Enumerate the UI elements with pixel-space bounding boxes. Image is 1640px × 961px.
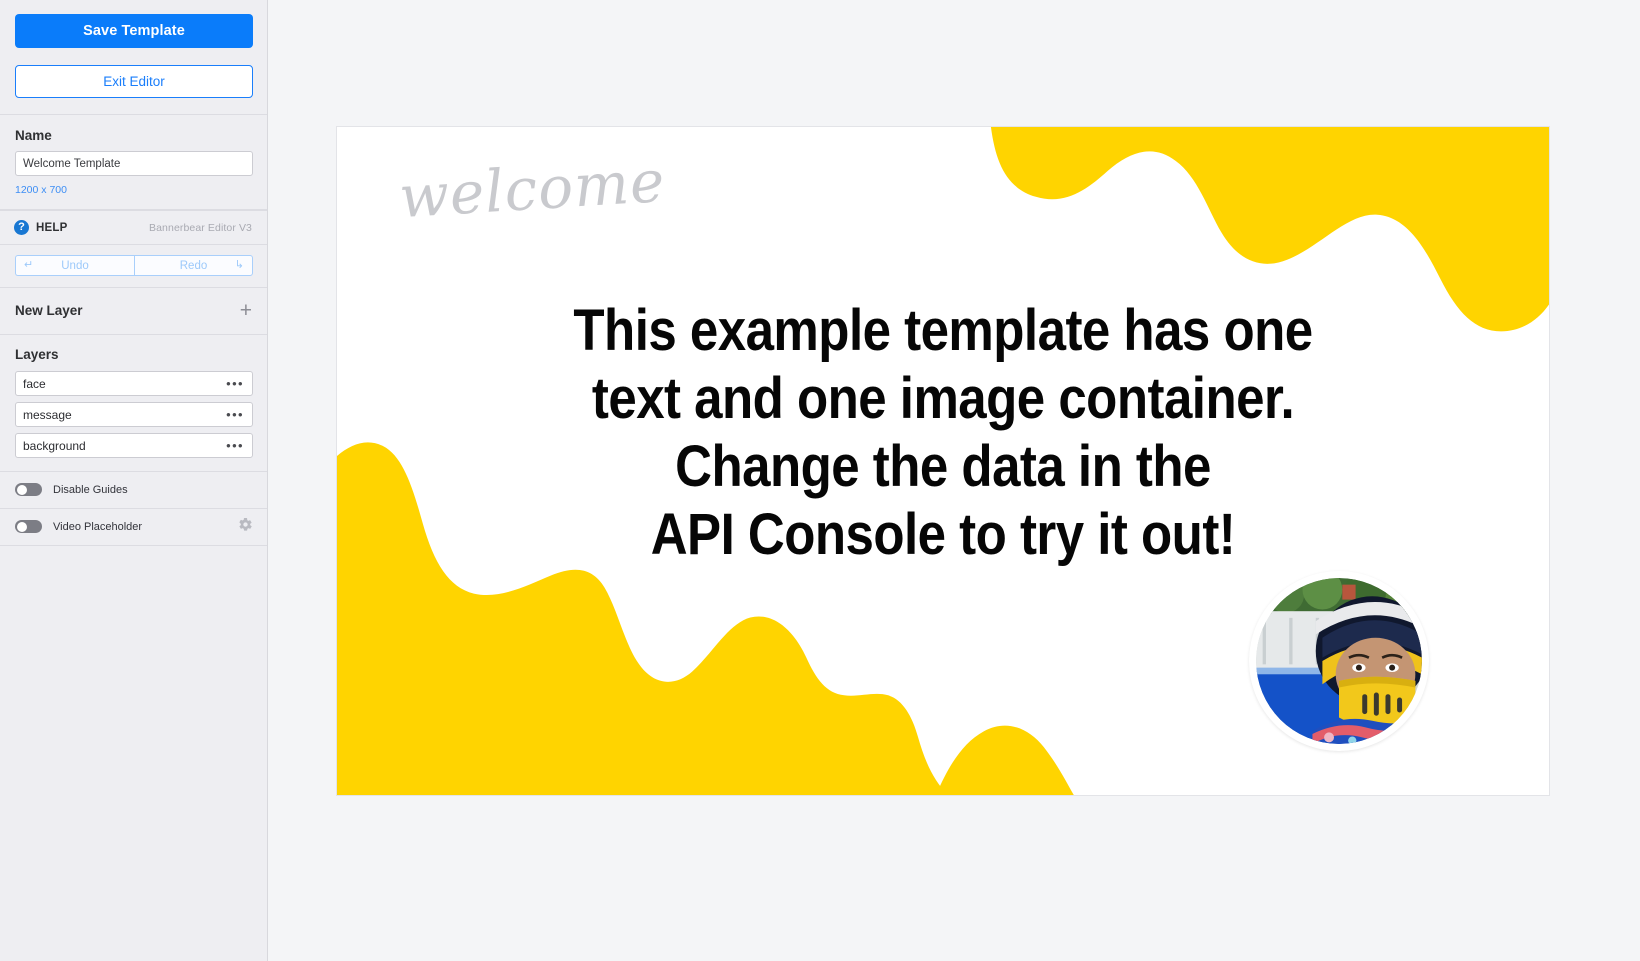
gear-icon[interactable] — [238, 517, 253, 537]
editor-version-label: Bannerbear Editor V3 — [149, 221, 252, 234]
layer-options-icon[interactable]: ••• — [226, 377, 244, 390]
headline-text[interactable]: This example template has one text and o… — [410, 297, 1477, 569]
layer-item-face[interactable]: face ••• — [15, 371, 253, 396]
question-mark-icon: ? — [14, 220, 29, 235]
editor-sidebar: Save Template Exit Editor Name 1200 x 70… — [0, 0, 268, 961]
layer-options-icon[interactable]: ••• — [226, 408, 244, 421]
headline-line-2: text and one image container. — [591, 366, 1295, 431]
plus-icon[interactable]: + — [240, 300, 252, 321]
avatar-image — [1256, 578, 1422, 744]
redo-button[interactable]: Redo ↳ — [134, 255, 253, 276]
help-left-group: ? HELP — [14, 220, 67, 235]
undo-redo-group: ↵ Undo Redo ↳ — [15, 255, 253, 276]
layer-item-background[interactable]: background ••• — [15, 433, 253, 458]
headline-line-1: This example template has one — [573, 298, 1313, 363]
headline-line-4: API Console to try it out! — [650, 502, 1236, 567]
layer-name: background — [23, 438, 86, 453]
help-row[interactable]: ? HELP Bannerbear Editor V3 — [0, 210, 267, 245]
layer-name: face — [23, 376, 46, 391]
new-layer-row[interactable]: New Layer + — [0, 288, 267, 335]
layer-name: message — [23, 407, 72, 422]
canvas-workspace: welcome This example template has one te… — [268, 0, 1640, 961]
editor-app: Save Template Exit Editor Name 1200 x 70… — [0, 0, 1640, 961]
video-placeholder-label: Video Placeholder — [53, 520, 143, 533]
template-name-input[interactable] — [15, 151, 253, 176]
undo-label: Undo — [61, 259, 89, 272]
toggle-knob — [16, 484, 27, 495]
name-label: Name — [15, 128, 52, 143]
new-layer-label: New Layer — [15, 303, 83, 318]
layers-title: Layers — [15, 347, 59, 362]
video-placeholder-toggle[interactable] — [15, 520, 42, 533]
layers-section: Layers face ••• message ••• background •… — [0, 335, 267, 472]
layer-options-icon[interactable]: ••• — [226, 439, 244, 452]
save-template-button[interactable]: Save Template — [15, 14, 253, 48]
avatar-photo-illustration — [1256, 578, 1422, 744]
undo-arrow-icon: ↵ — [24, 259, 34, 271]
template-dimensions-label: 1200 x 700 — [15, 184, 67, 196]
disable-guides-toggle[interactable] — [15, 483, 42, 496]
disable-guides-label: Disable Guides — [53, 483, 128, 496]
yellow-shape-bottom-bump — [936, 725, 1074, 795]
toggle-knob — [16, 521, 27, 532]
undo-redo-row: ↵ Undo Redo ↳ — [0, 245, 267, 288]
exit-editor-button[interactable]: Exit Editor — [15, 65, 253, 98]
layer-item-message[interactable]: message ••• — [15, 402, 253, 427]
video-placeholder-row: Video Placeholder — [0, 509, 267, 546]
template-canvas[interactable]: welcome This example template has one te… — [336, 126, 1550, 796]
help-label: HELP — [36, 221, 68, 234]
avatar[interactable] — [1249, 571, 1429, 751]
disable-guides-row: Disable Guides — [0, 472, 267, 509]
undo-button[interactable]: ↵ Undo — [15, 255, 134, 276]
headline-line-3: Change the data in the — [675, 434, 1211, 499]
redo-arrow-icon: ↳ — [234, 259, 244, 271]
sidebar-action-buttons: Save Template Exit Editor — [0, 0, 267, 114]
template-name-section: Name 1200 x 700 — [0, 114, 267, 210]
